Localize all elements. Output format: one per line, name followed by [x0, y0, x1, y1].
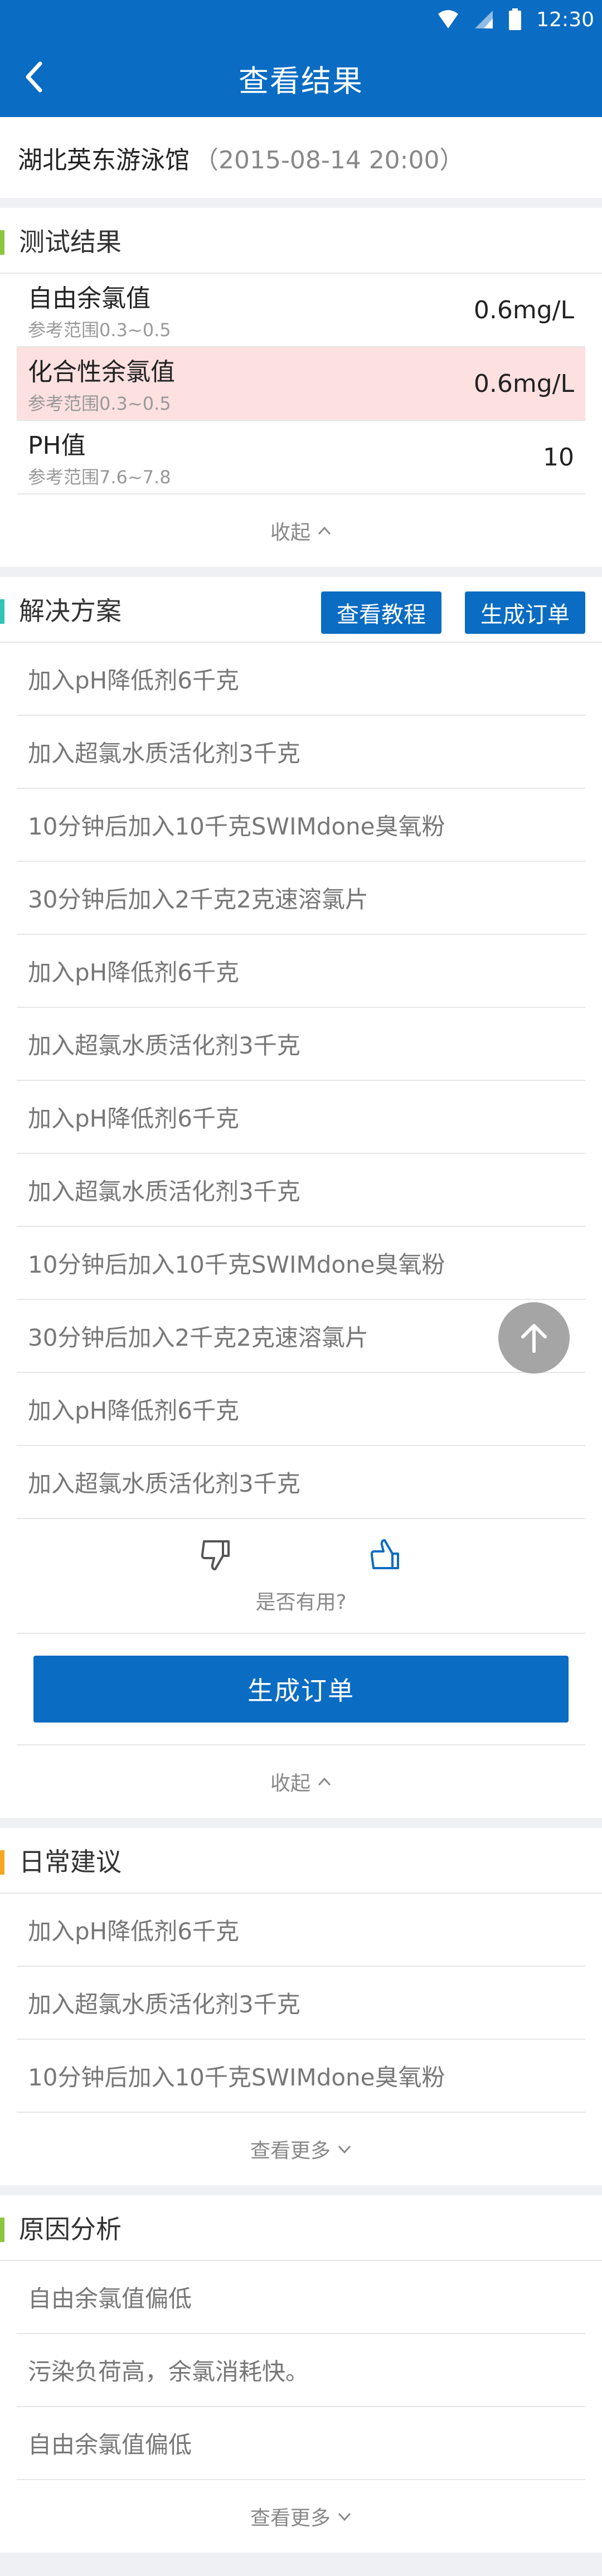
list-item: 加入超氯水质活化剂3千克 [17, 1008, 585, 1081]
view-more-button[interactable]: 查看更多 [0, 2480, 602, 2553]
section-accent-bar [0, 230, 4, 255]
chevron-down-icon [338, 2512, 351, 2521]
chevron-down-icon [338, 2145, 351, 2154]
list-item: 加入pH降低剂6千克 [17, 935, 585, 1008]
section-accent-bar [0, 2218, 4, 2242]
result-name: PH值 [28, 431, 86, 460]
thumbs-down-icon[interactable] [198, 1537, 234, 1575]
nav-bar: 查看结果 [0, 39, 602, 117]
view-more-label: 查看更多 [250, 2140, 331, 2162]
test-results-card: 测试结果 自由余氯值 参考范围0.3~0.5 0.6mg/L 化合性余氯值 参考… [0, 208, 602, 567]
chevron-up-icon [318, 1777, 331, 1786]
section-header: 原因分析 [0, 2195, 602, 2261]
solution-card: 解决方案 查看教程 生成订单 加入pH降低剂6千克 加入超氯水质活化剂3千克 1… [0, 577, 602, 1818]
generate-order-small-button[interactable]: 生成订单 [465, 591, 585, 634]
list-item: 加入pH降低剂6千克 [17, 1373, 585, 1446]
status-time: 12:30 [536, 8, 594, 31]
wifi-icon [437, 9, 459, 30]
back-arrow-icon[interactable] [17, 60, 50, 94]
result-range: 参考范围0.3~0.5 [28, 393, 171, 414]
list-item: 10分钟后加入10千克SWIMdone臭氧粉 [17, 789, 585, 862]
result-range: 参考范围7.6~7.8 [28, 467, 171, 488]
view-more-button[interactable]: 查看更多 [0, 2113, 602, 2185]
venue-name: 湖北英东游泳馆 [18, 145, 190, 174]
list-item: 加入pH降低剂6千克 [17, 1894, 585, 1967]
section-header: 测试结果 [0, 208, 602, 274]
result-value: 0.6mg/L [473, 295, 574, 324]
section-title: 原因分析 [19, 2214, 122, 2244]
list-item: 加入pH降低剂6千克 [17, 1081, 585, 1154]
list-item: 污染负荷高，余氯消耗快。 [17, 2334, 585, 2407]
section-accent-bar [0, 1850, 4, 1875]
result-value: 0.6mg/L [473, 369, 574, 398]
venue-info: 湖北英东游泳馆 （2015-08-14 20:00） [0, 117, 602, 198]
scroll-to-top-button[interactable] [498, 1302, 570, 1374]
section-header: 日常建议 [0, 1828, 602, 1894]
result-row: PH值 参考范围7.6~7.8 10 [17, 421, 585, 494]
view-tutorial-button[interactable]: 查看教程 [321, 591, 441, 634]
section-title: 测试结果 [19, 227, 122, 257]
generate-order-button[interactable]: 生成订单 [33, 1656, 569, 1723]
collapse-label: 收起 [270, 1772, 310, 1795]
list-item: 30分钟后加入2千克2克速溶氯片 [17, 862, 585, 935]
list-item: 10分钟后加入10千克SWIMdone臭氧粉 [17, 1227, 585, 1300]
list-item: 自由余氯值偏低 [17, 2407, 585, 2480]
venue-time: （2015-08-14 20:00） [194, 145, 464, 174]
status-bar: 12:30 [0, 0, 602, 39]
collapse-label: 收起 [270, 521, 310, 544]
list-item: 加入超氯水质活化剂3千克 [17, 1967, 585, 2040]
result-row: 自由余氯值 参考范围0.3~0.5 0.6mg/L [17, 274, 585, 347]
list-item: 自由余氯值偏低 [17, 2261, 585, 2334]
page-title: 查看结果 [239, 63, 363, 99]
feedback-question: 是否有用? [255, 1591, 347, 1614]
view-more-label: 查看更多 [250, 2507, 331, 2530]
chevron-up-icon [318, 526, 331, 535]
thumbs-up-icon[interactable] [368, 1537, 404, 1575]
signal-icon [474, 9, 494, 30]
list-item: 加入超氯水质活化剂3千克 [17, 716, 585, 789]
result-name: 自由余氯值 [28, 284, 151, 313]
section-title: 日常建议 [19, 1847, 122, 1877]
list-item: 加入超氯水质活化剂3千克 [17, 1154, 585, 1227]
cause-analysis-card: 原因分析 自由余氯值偏低 污染负荷高，余氯消耗快。 自由余氯值偏低 查看更多 [0, 2195, 602, 2553]
order-button-wrap: 生成订单 [17, 1634, 585, 1745]
result-row-alert: 化合性余氯值 参考范围0.3~0.5 0.6mg/L [17, 347, 585, 421]
collapse-button[interactable]: 收起 [0, 1745, 602, 1818]
section-header: 解决方案 查看教程 生成订单 [0, 577, 602, 643]
list-item: 加入超氯水质活化剂3千克 [17, 1446, 585, 1519]
result-range: 参考范围0.3~0.5 [28, 319, 171, 341]
list-item: 10分钟后加入10千克SWIMdone臭氧粉 [17, 2040, 585, 2113]
section-accent-bar [0, 599, 4, 624]
result-value: 10 [543, 443, 574, 472]
list-item: 加入pH降低剂6千克 [17, 643, 585, 716]
feedback-section: 是否有用? [17, 1519, 585, 1634]
section-title: 解决方案 [19, 596, 122, 626]
daily-advice-card: 日常建议 加入pH降低剂6千克 加入超氯水质活化剂3千克 10分钟后加入10千克… [0, 1828, 602, 2185]
result-name: 化合性余氯值 [28, 358, 175, 386]
collapse-button[interactable]: 收起 [0, 494, 602, 567]
battery-icon [508, 8, 522, 31]
arrow-up-icon [521, 1324, 547, 1353]
